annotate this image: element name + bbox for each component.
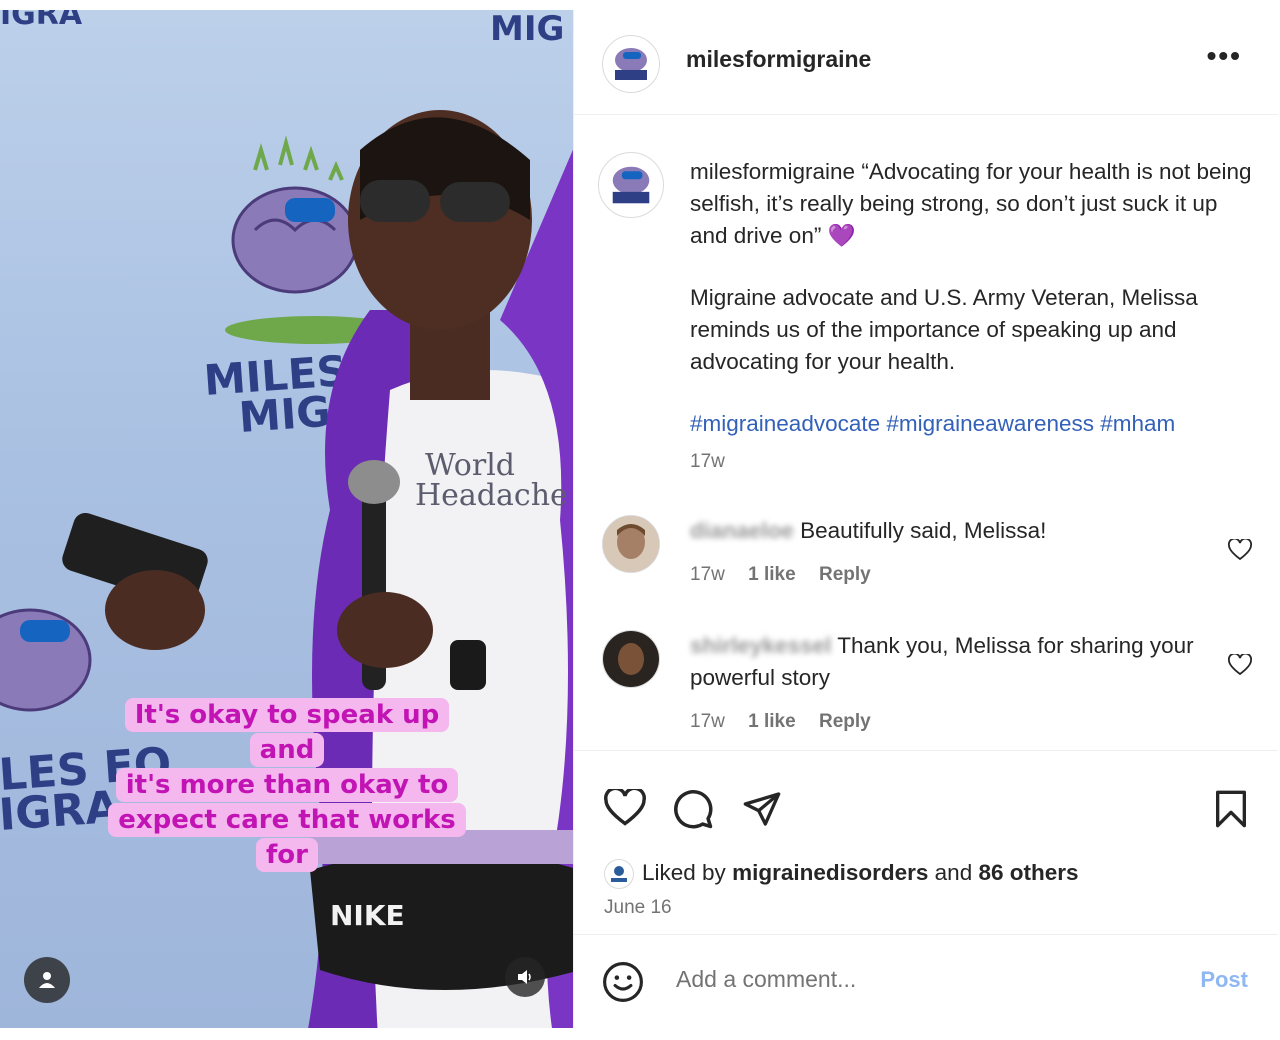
brand-logo-icon (601, 155, 661, 215)
comment-bubble-icon[interactable] (672, 788, 714, 830)
phone-in-hand (62, 512, 208, 650)
brand-logo-icon (605, 38, 657, 90)
person-icon (39, 972, 55, 988)
caption-line-1: It's okay to speak up and (124, 698, 450, 767)
add-comment-bar: Post (574, 934, 1278, 1029)
comment-likes[interactable]: 1 like (748, 711, 796, 732)
commenter-avatar[interactable] (602, 515, 660, 573)
speaker-icon (518, 970, 531, 984)
commenter-avatar[interactable] (602, 630, 660, 688)
liked-by-user[interactable]: migrainedisorders (732, 860, 928, 885)
liked-by-row: Liked by migrainedisorders and 86 others (604, 859, 1079, 889)
svg-text:IGRA: IGRA (0, 782, 121, 841)
video-caption: It's okay to speak up and it's more than… (104, 698, 470, 873)
speaker-person: World Headache NIKE (308, 110, 573, 1028)
header-username[interactable]: milesformigraine (686, 46, 871, 73)
commenter-username[interactable]: dianaeloe (690, 515, 794, 547)
purple-heart-emoji: 💜 (827, 223, 856, 248)
caption-body: Migraine advocate and U.S. Army Veteran,… (690, 285, 1198, 374)
heart-icon[interactable] (1228, 539, 1252, 561)
author-avatar[interactable] (602, 35, 660, 93)
caption-author-avatar[interactable] (598, 152, 664, 218)
post-date[interactable]: June 16 (604, 897, 672, 919)
svg-text:IGRA: IGRA (0, 10, 83, 32)
svg-text:Headache: Headache (415, 478, 568, 513)
caption-line-2: it's more than okay to (115, 768, 459, 802)
save-bookmark-icon[interactable] (1214, 789, 1248, 829)
caption-hashtags[interactable]: #migraineadvocate #migraineawareness #mh… (690, 408, 1260, 440)
commenter-username[interactable]: shirleykessel (690, 630, 831, 662)
liked-by-and: and (934, 859, 973, 885)
post-caption: milesformigraine “Advocating for your he… (690, 156, 1260, 478)
post-actions: Liked by migrainedisorders and 86 others… (574, 750, 1278, 951)
caption-author[interactable]: milesformigraine (690, 159, 855, 184)
heart-icon[interactable] (1228, 654, 1252, 676)
post-video[interactable]: MILES FOR MIGRA LES FO IGRA IGRA MIG Wor… (0, 10, 573, 1028)
like-heart-icon[interactable] (604, 789, 646, 827)
post-details-panel: milesformigraine ••• milesformigraine “A… (573, 10, 1278, 1028)
comment-reply-button[interactable]: Reply (819, 711, 871, 732)
comment-likes[interactable]: 1 like (748, 564, 796, 585)
comment-text: Beautifully said, Melissa! (800, 518, 1047, 543)
org-logo-icon (606, 861, 632, 887)
share-send-icon[interactable] (742, 789, 782, 829)
caption-line-3: expect care that works (108, 803, 466, 837)
comment-reply-button[interactable]: Reply (819, 564, 871, 585)
emoji-icon[interactable] (602, 961, 644, 1003)
caption-line-4: for (256, 838, 318, 872)
tagged-users-button[interactable] (24, 957, 70, 1003)
profile-photo-icon (603, 516, 659, 572)
more-options-button[interactable]: ••• (1207, 40, 1242, 72)
audio-toggle-button[interactable] (505, 957, 545, 997)
liked-by-prefix: Liked by (642, 859, 726, 885)
comment-time[interactable]: 17w (690, 711, 725, 732)
post-comment-button[interactable]: Post (1200, 967, 1248, 993)
liked-by-others[interactable]: 86 others (978, 860, 1078, 885)
comment-time[interactable]: 17w (690, 564, 725, 585)
profile-photo-icon (603, 631, 659, 687)
svg-text:NIKE: NIKE (330, 899, 405, 932)
svg-text:MIG: MIG (490, 10, 564, 49)
caption-time[interactable]: 17w (690, 446, 1260, 478)
post-header: milesformigraine ••• (574, 10, 1278, 115)
liker-avatar[interactable] (604, 859, 634, 889)
comment-input[interactable] (674, 965, 1158, 994)
